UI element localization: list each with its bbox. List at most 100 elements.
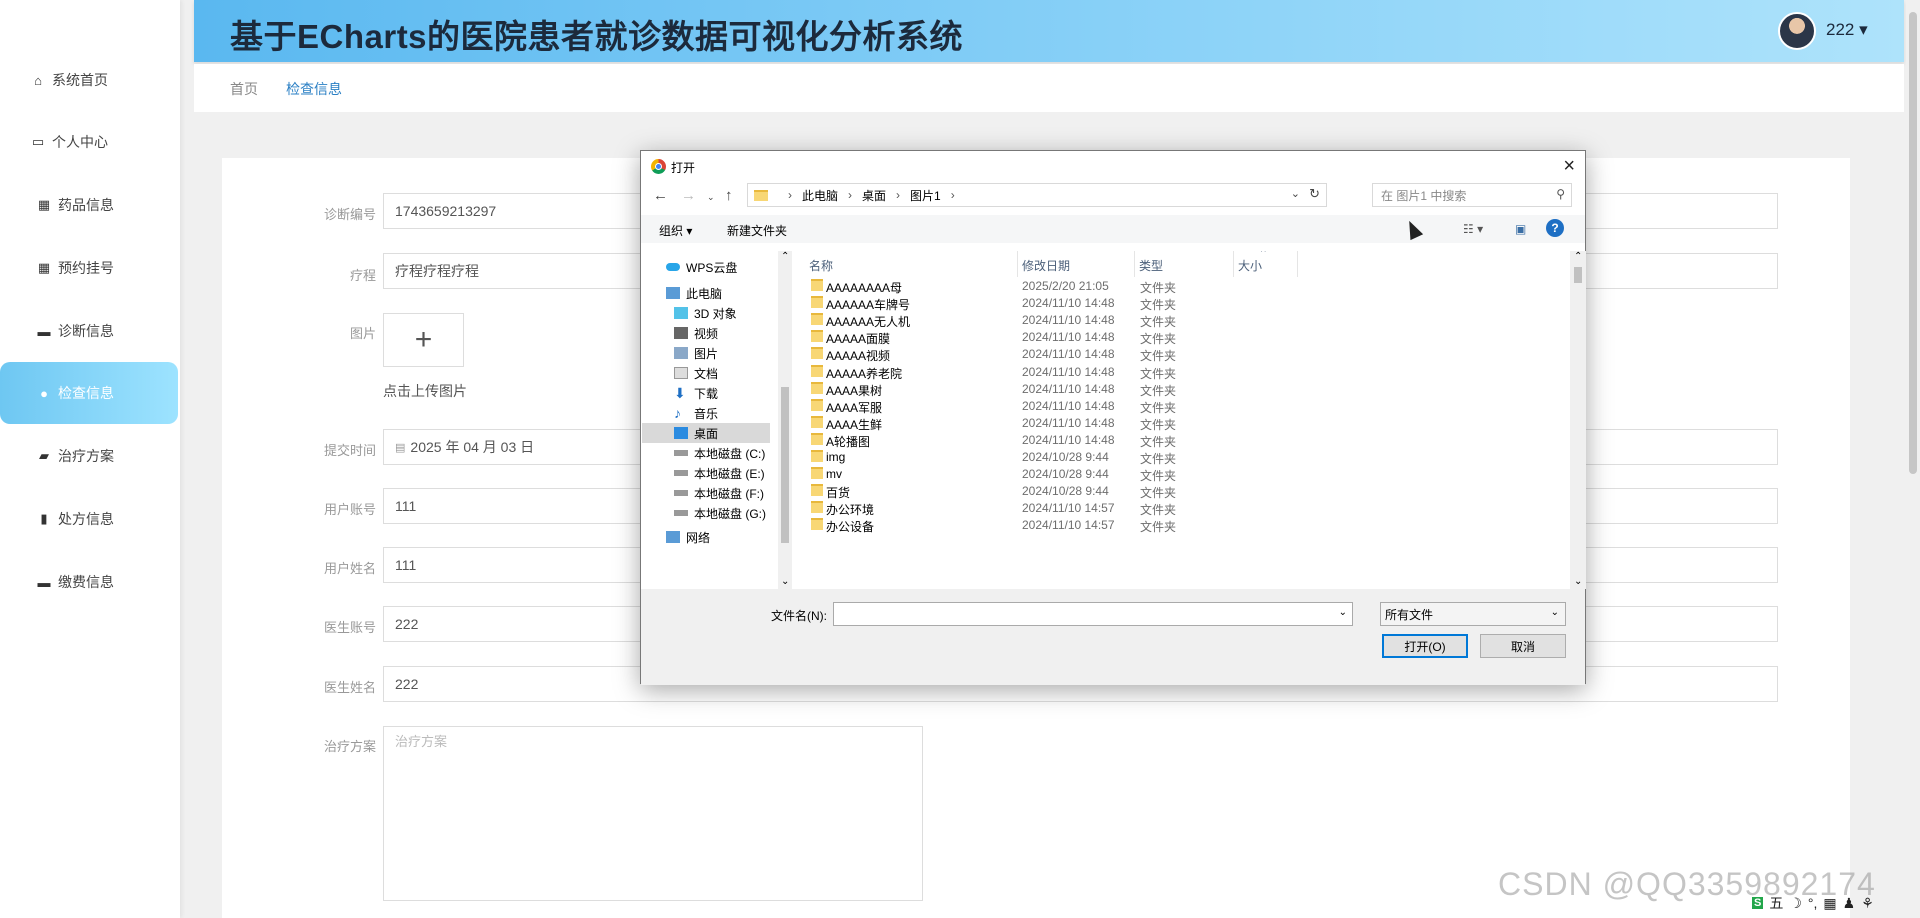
tree-item-wps-cloud[interactable]: WPS云盘 <box>642 257 770 277</box>
tray-item[interactable]: °, <box>1808 895 1818 911</box>
open-button[interactable]: 打开(O) <box>1382 634 1468 658</box>
file-date: 2024/11/10 14:48 <box>1022 381 1115 396</box>
column-header-date[interactable]: 修改日期 <box>1022 257 1070 274</box>
tree-item-disk-e[interactable]: 本地磁盘 (E:) <box>642 463 770 483</box>
chevron-down-icon[interactable]: ⌄ <box>1574 576 1582 587</box>
column-divider[interactable] <box>1297 251 1298 277</box>
tray-item[interactable]: ☽ <box>1789 895 1802 912</box>
sidebar-item-profile[interactable]: ▭ 个人中心 <box>0 111 178 173</box>
file-row[interactable]: 办公环境 2024/11/10 14:57 文件夹 <box>793 499 1568 517</box>
tree-scrollbar[interactable]: ⌃ ⌄ <box>778 251 792 589</box>
tree-item-downloads[interactable]: ⬇ 下载 <box>642 383 770 403</box>
up-arrow-icon[interactable]: ↑ <box>725 187 733 204</box>
column-divider[interactable] <box>1017 251 1018 277</box>
scrollbar-thumb[interactable] <box>1909 12 1917 474</box>
file-row[interactable]: AAAA军服 2024/11/10 14:48 文件夹 <box>793 397 1568 415</box>
sidebar-item-treatment[interactable]: ▰ 治疗方案 <box>0 425 178 487</box>
chevron-up-icon[interactable]: ⌃ <box>1574 251 1582 262</box>
tree-item-music[interactable]: ♪ 音乐 <box>642 403 770 423</box>
breadcrumb-home[interactable]: 首页 <box>230 79 258 99</box>
tray-item[interactable]: 五 <box>1769 893 1783 913</box>
help-icon[interactable]: ? <box>1546 219 1564 237</box>
path-segment[interactable]: 图片1 <box>910 187 941 204</box>
chevron-down-icon[interactable]: ⌄ <box>1291 187 1300 200</box>
preview-pane-icon[interactable]: ▣ <box>1515 222 1526 236</box>
dialog-footer: 文件名(N): ⌄ 所有文件 ⌄ 打开(O) 取消 <box>641 589 1585 685</box>
tree-item-3d[interactable]: 3D 对象 <box>642 303 770 323</box>
refresh-icon[interactable]: ↻ <box>1309 186 1320 202</box>
column-header-name[interactable]: 名称 <box>809 257 833 274</box>
scrollbar-thumb[interactable] <box>1574 267 1582 283</box>
chevron-up-icon[interactable]: ⌃ <box>781 251 789 262</box>
tree-item-desktop[interactable]: 桌面 <box>642 423 770 443</box>
close-icon[interactable]: × <box>1563 155 1575 178</box>
file-row[interactable]: 百货 2024/10/28 9:44 文件夹 <box>793 482 1568 500</box>
file-row[interactable]: AAAAA面膜 2024/11/10 14:48 文件夹 <box>793 328 1568 346</box>
folder-icon <box>811 518 823 531</box>
tray-item[interactable]: ▦ <box>1823 895 1836 912</box>
tray-item[interactable]: ♟ <box>1843 895 1856 912</box>
submit-time-value: 2025 年 04 月 03 日 <box>410 439 535 455</box>
sidebar-item-appointment[interactable]: ▦ 预约挂号 <box>0 237 178 299</box>
file-row[interactable]: img 2024/10/28 9:44 文件夹 <box>793 448 1568 466</box>
chevron-down-icon[interactable]: ⌄ <box>781 576 789 587</box>
tree-item-documents[interactable]: 文档 <box>642 363 770 383</box>
scrollbar-thumb[interactable] <box>781 387 789 543</box>
filename-input[interactable]: ⌄ <box>833 602 1353 626</box>
file-row[interactable]: AAAA果树 2024/11/10 14:48 文件夹 <box>793 380 1568 398</box>
file-row[interactable]: AAAAA视频 2024/11/10 14:48 文件夹 <box>793 345 1568 363</box>
organize-button[interactable]: 组织 ▾ <box>659 222 692 239</box>
back-arrow-icon[interactable]: ← <box>653 187 668 204</box>
sidebar-item-diagnosis[interactable]: ▬ 诊断信息 <box>0 300 178 362</box>
chevron-down-icon[interactable]: ⌄ <box>1339 607 1347 618</box>
avatar[interactable] <box>1778 12 1816 50</box>
search-input[interactable]: 在 图片1 中搜索 ⚲ <box>1372 183 1572 207</box>
path-segment[interactable]: 此电脑 <box>802 187 838 204</box>
address-bar[interactable]: › 此电脑 › 桌面 › 图片1 › ⌄ ↻ <box>747 183 1327 207</box>
cancel-button[interactable]: 取消 <box>1480 634 1566 658</box>
tree-item-network[interactable]: 网络 <box>642 527 770 547</box>
file-row[interactable]: AAAA生鲜 2024/11/10 14:48 文件夹 <box>793 414 1568 432</box>
file-row[interactable]: mv 2024/10/28 9:44 文件夹 <box>793 465 1568 483</box>
tree-item-pictures[interactable]: 图片 <box>642 343 770 363</box>
chevron-right-icon: › <box>896 188 901 202</box>
tree-item-this-pc[interactable]: 此电脑 <box>642 283 770 303</box>
column-divider[interactable] <box>1134 251 1135 277</box>
plan-textarea[interactable]: 治疗方案 <box>383 726 923 901</box>
recent-dropdown-icon[interactable]: ⌄ <box>707 192 715 203</box>
file-type-select[interactable]: 所有文件 ⌄ <box>1380 602 1566 626</box>
tree-item-disk-c[interactable]: 本地磁盘 (C:) <box>642 443 770 463</box>
tray-item[interactable]: ⚘ <box>1861 895 1874 912</box>
ime-icon[interactable]: S <box>1752 897 1764 909</box>
tree-item-videos[interactable]: 视频 <box>642 323 770 343</box>
tree-item-disk-g[interactable]: 本地磁盘 (G:) <box>642 503 770 523</box>
sidebar-item-medicine[interactable]: ▦ 药品信息 <box>0 174 178 236</box>
path-segment[interactable]: 桌面 <box>862 187 886 204</box>
file-row[interactable]: AAAAAAAA母 2025/2/20 21:05 文件夹 <box>793 277 1568 295</box>
sidebar-item-payment[interactable]: ▬ 缴费信息 <box>0 551 178 613</box>
view-options-icon[interactable]: ☷ ▾ <box>1463 222 1483 236</box>
chevron-right-icon: › <box>788 188 792 202</box>
folder-icon <box>811 279 823 291</box>
column-header-size[interactable]: 大小 <box>1238 257 1262 274</box>
tree-item-disk-f[interactable]: 本地磁盘 (F:) <box>642 483 770 503</box>
column-divider[interactable] <box>1233 251 1234 277</box>
file-row[interactable]: AAAAA养老院 2024/11/10 14:48 文件夹 <box>793 363 1568 381</box>
monitor-icon: ▬ <box>37 574 51 590</box>
new-folder-button[interactable]: 新建文件夹 <box>727 222 787 239</box>
sidebar-item-home[interactable]: ⌂ 系统首页 <box>0 49 178 111</box>
sidebar-item-prescription[interactable]: ▮ 处方信息 <box>0 488 178 550</box>
image-upload-button[interactable]: + <box>383 313 464 367</box>
file-row[interactable]: AAAAAA车牌号 2024/11/10 14:48 文件夹 <box>793 294 1568 312</box>
forward-arrow-icon[interactable]: → <box>681 187 696 204</box>
column-header-type[interactable]: 类型 <box>1139 257 1163 274</box>
file-row[interactable]: 办公设备 2024/11/10 14:57 文件夹 <box>793 516 1568 534</box>
file-list-scrollbar[interactable]: ⌃ ⌄ <box>1570 251 1586 589</box>
sidebar-item-examination[interactable]: ● 检查信息 <box>0 362 178 424</box>
diagnosis-no-label: 诊断编号 <box>323 207 376 222</box>
file-row[interactable]: AAAAAA无人机 2024/11/10 14:48 文件夹 <box>793 311 1568 329</box>
file-row[interactable]: A轮播图 2024/11/10 14:48 文件夹 <box>793 431 1568 449</box>
cube-icon <box>674 307 688 319</box>
user-menu[interactable]: 222 ▾ <box>1826 20 1868 40</box>
page-scrollbar[interactable] <box>1906 0 1920 918</box>
